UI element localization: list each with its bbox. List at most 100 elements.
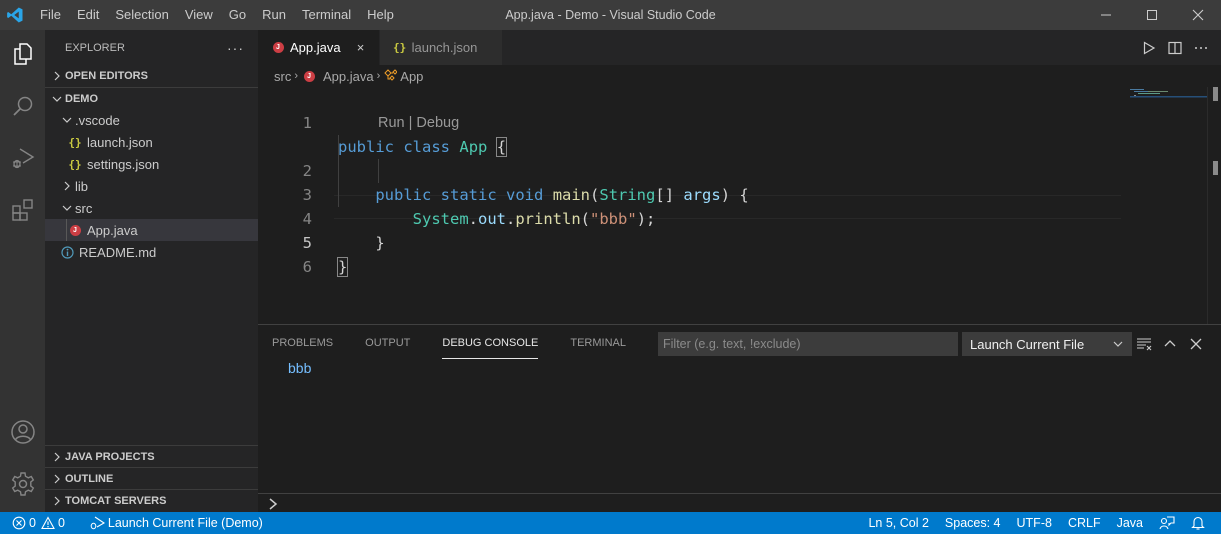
eol-status[interactable]: CRLF <box>1060 512 1109 534</box>
info-icon <box>59 245 75 259</box>
tree-item-src-folder[interactable]: src <box>45 197 258 219</box>
tab-debug-console[interactable]: DEBUG CONSOLE <box>434 325 546 361</box>
close-panel-button[interactable] <box>1188 336 1204 352</box>
debug-config-status[interactable]: Launch Current File (Demo) <box>84 512 268 534</box>
chevron-down-icon <box>1113 341 1123 347</box>
debug-repl-input[interactable] <box>258 493 1221 513</box>
java-file-icon: J <box>270 42 286 53</box>
tree-item-vscode-folder[interactable]: .vscode <box>45 109 258 131</box>
menu-terminal[interactable]: Terminal <box>294 0 359 30</box>
breadcrumb: src › J App.java › App <box>258 65 423 87</box>
title-bar: File Edit Selection View Go Run Terminal… <box>0 0 1221 30</box>
debug-icon <box>90 516 105 530</box>
chevron-up-icon <box>1164 340 1176 347</box>
chevron-down-icon <box>59 203 75 213</box>
tree-item-app-java[interactable]: J App.java <box>45 219 258 241</box>
chevron-right-icon <box>49 474 65 484</box>
java-projects-section[interactable]: JAVA PROJECTS <box>45 445 258 467</box>
section-label: JAVA PROJECTS <box>65 450 155 463</box>
tab-terminal[interactable]: TERMINAL <box>562 325 634 361</box>
menu-view[interactable]: View <box>177 0 221 30</box>
tab-app-java[interactable]: J App.java × <box>258 30 380 65</box>
explorer-button[interactable] <box>0 32 45 76</box>
tree-item-lib-folder[interactable]: lib <box>45 175 258 197</box>
tab-output[interactable]: OUTPUT <box>357 325 418 361</box>
chevron-down-icon <box>59 115 75 125</box>
editor-actions <box>1141 30 1221 65</box>
minimize-button[interactable] <box>1083 0 1129 30</box>
chevron-right-icon: › <box>376 70 381 82</box>
debug-config-label: Launch Current File (Demo) <box>107 516 263 530</box>
open-editors-section[interactable]: OPEN EDITORS <box>45 65 258 87</box>
minimap[interactable] <box>1128 87 1208 107</box>
tree-item-launch-json[interactable]: {} launch.json <box>45 131 258 153</box>
tree-item-label: launch.json <box>87 134 153 150</box>
more-actions-button[interactable] <box>1193 40 1209 56</box>
search-button[interactable] <box>0 84 45 128</box>
tab-problems[interactable]: PROBLEMS <box>264 325 341 361</box>
run-debug-button[interactable] <box>0 136 45 180</box>
tree-item-settings-json[interactable]: {} settings.json <box>45 153 258 175</box>
feedback-button[interactable] <box>1151 512 1183 534</box>
line-number: 6 <box>302 258 312 276</box>
status-bar: 0 0 Launch Current File (Demo) Ln 5, Col… <box>0 512 1221 534</box>
json-file-icon: {} <box>68 157 82 171</box>
clear-console-button[interactable] <box>1136 336 1152 352</box>
code-line-6: 6 <box>258 231 1121 276</box>
menu-go[interactable]: Go <box>221 0 254 30</box>
encoding-status[interactable]: UTF-8 <box>1009 512 1060 534</box>
breadcrumb-class[interactable]: App <box>400 69 423 84</box>
problems-status[interactable]: 0 0 <box>0 512 70 534</box>
tree-item-label: lib <box>75 178 89 194</box>
menu-help[interactable]: Help <box>359 0 402 30</box>
menu-run[interactable]: Run <box>254 0 294 30</box>
codelens-run-debug[interactable]: Run | Debug <box>378 111 459 135</box>
tab-launch-json[interactable]: {} launch.json <box>379 30 503 65</box>
cursor-position-status[interactable]: Ln 5, Col 2 <box>860 512 936 534</box>
notifications-button[interactable] <box>1183 512 1213 534</box>
run-button[interactable] <box>1141 40 1157 56</box>
menu-file[interactable]: File <box>32 0 69 30</box>
more-actions-button[interactable]: ··· <box>227 40 244 56</box>
menu-edit[interactable]: Edit <box>69 0 107 30</box>
demo-workspace-section[interactable]: DEMO <box>45 87 258 109</box>
breadcrumb-src[interactable]: src <box>274 69 291 84</box>
breadcrumb-file[interactable]: App.java <box>323 69 374 84</box>
code-editor[interactable]: 1 public class App { Run | Debug 2 publi… <box>258 87 1221 324</box>
close-window-button[interactable] <box>1175 0 1221 30</box>
explorer-icon <box>13 43 32 65</box>
tab-label: launch.json <box>411 40 478 55</box>
launch-config-select[interactable]: Launch Current File <box>962 332 1132 356</box>
tree-item-label: .vscode <box>75 112 120 128</box>
error-count: 0 <box>29 516 36 530</box>
tree-item-label: settings.json <box>87 156 160 172</box>
workspace-label: DEMO <box>65 92 98 105</box>
indentation-status[interactable]: Spaces: 4 <box>937 512 1009 534</box>
chevron-down-icon <box>49 94 65 104</box>
vertical-scrollbar[interactable] <box>1207 87 1221 324</box>
extensions-button[interactable] <box>0 188 45 232</box>
tree-item-readme[interactable]: README.md <box>45 241 258 263</box>
close-tab-button[interactable]: × <box>353 40 369 55</box>
editor-tabs: J App.java × {} launch.json <box>258 30 1221 65</box>
language-mode-status[interactable]: Java <box>1109 512 1151 534</box>
chevron-right-icon <box>49 452 65 462</box>
maximize-panel-button[interactable] <box>1162 336 1178 352</box>
outline-section[interactable]: OUTLINE <box>45 467 258 489</box>
json-file-icon: {} <box>392 41 407 54</box>
warning-count: 0 <box>57 516 65 530</box>
window-controls <box>1083 0 1221 30</box>
accounts-button[interactable] <box>0 410 45 454</box>
activity-bar <box>0 30 45 512</box>
java-file-icon: J <box>301 70 317 82</box>
manage-button[interactable] <box>0 462 45 506</box>
scrollbar-thumb[interactable] <box>1213 87 1218 101</box>
section-label: OUTLINE <box>65 472 114 485</box>
menu-selection[interactable]: Selection <box>107 0 176 30</box>
split-editor-icon <box>1168 41 1182 54</box>
vscode-logo-icon <box>0 0 30 30</box>
split-editor-button[interactable] <box>1167 40 1183 56</box>
tomcat-servers-section[interactable]: TOMCAT SERVERS <box>45 489 258 511</box>
maximize-button[interactable] <box>1129 0 1175 30</box>
filter-input[interactable] <box>658 332 958 356</box>
